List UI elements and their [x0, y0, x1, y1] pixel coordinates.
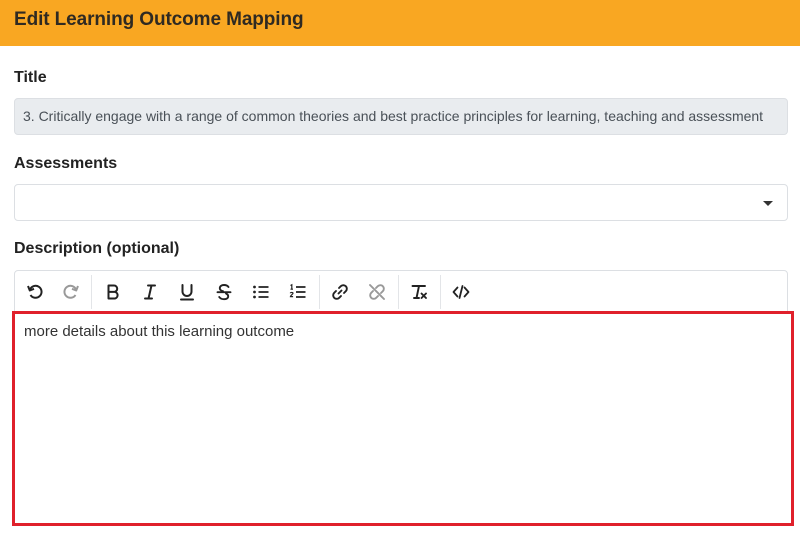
strikethrough-icon: [216, 284, 232, 301]
toolbar-divider: [91, 275, 92, 309]
bullet-list-button[interactable]: [247, 278, 275, 306]
unlink-icon: [369, 284, 385, 300]
undo-icon: [27, 284, 43, 299]
assessments-select[interactable]: [14, 184, 788, 221]
bullet-list-icon: [253, 285, 269, 299]
toolbar-divider: [319, 275, 320, 309]
undo-button[interactable]: [21, 278, 49, 306]
clear-format-icon: [411, 285, 427, 299]
link-icon: [332, 284, 348, 300]
clear-format-button[interactable]: [405, 278, 433, 306]
code-view-button[interactable]: [447, 278, 475, 306]
redo-button[interactable]: [57, 278, 85, 306]
description-text: more details about this learning outcome: [24, 323, 295, 340]
italic-icon: [144, 284, 156, 300]
modal-title: Edit Learning Outcome Mapping: [14, 9, 304, 30]
toolbar-divider: [398, 275, 399, 309]
italic-button[interactable]: [136, 278, 164, 306]
title-label: Title: [14, 69, 47, 86]
numbered-list-button[interactable]: [284, 278, 312, 306]
code-view-icon: [452, 285, 470, 299]
modal-header: Edit Learning Outcome Mapping: [0, 0, 800, 46]
unlink-button[interactable]: [363, 278, 391, 306]
strikethrough-button[interactable]: [210, 278, 238, 306]
description-text-area[interactable]: more details about this learning outcome: [12, 311, 794, 526]
redo-icon: [63, 284, 79, 299]
underline-icon: [180, 284, 194, 301]
bold-button[interactable]: [99, 278, 127, 306]
toolbar-divider: [440, 275, 441, 309]
bold-icon: [107, 284, 119, 300]
link-button[interactable]: [326, 278, 354, 306]
underline-button[interactable]: [173, 278, 201, 306]
assessments-label: Assessments: [14, 155, 118, 172]
numbered-list-icon: [289, 283, 306, 298]
description-label: Description (optional): [14, 240, 180, 257]
title-input[interactable]: 3. Critically engage with a range of com…: [14, 98, 788, 135]
caret-down-icon: [763, 201, 773, 206]
editor-toolbar: [15, 271, 787, 313]
